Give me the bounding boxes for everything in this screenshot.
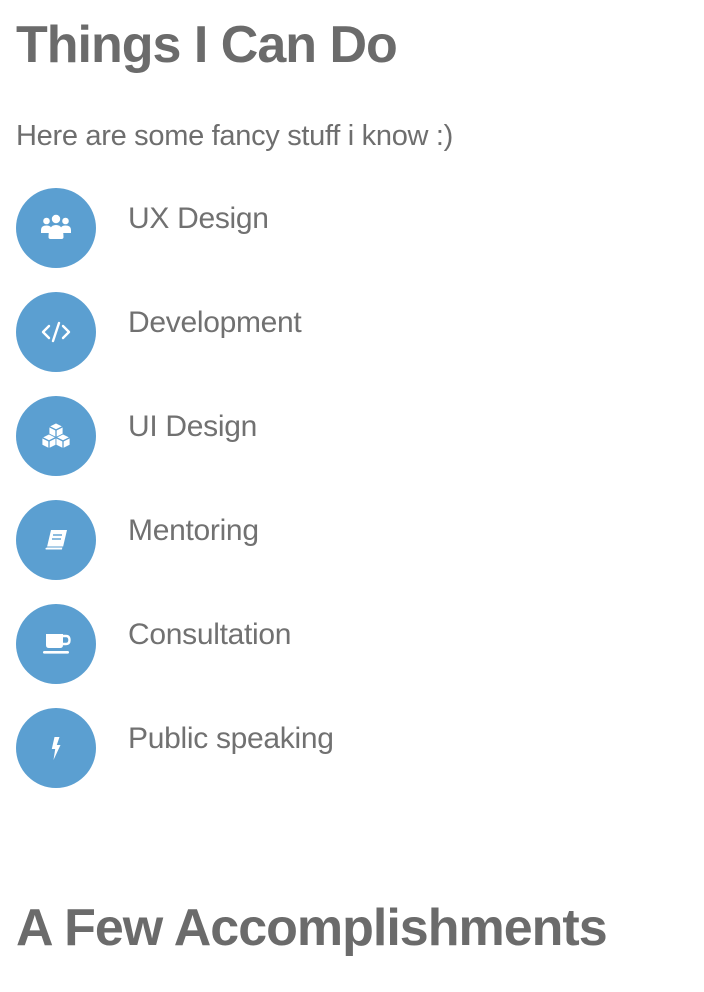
book-icon [16, 500, 96, 580]
skill-label: Mentoring [128, 514, 259, 547]
skill-label: Development [128, 306, 302, 339]
skill-item-ux-design: UX Design [16, 188, 516, 268]
coffee-icon [16, 604, 96, 684]
cubes-icon [16, 396, 96, 476]
skill-label: UX Design [128, 202, 269, 235]
skill-item-ui-design: UI Design [16, 396, 516, 476]
skills-section-title: Things I Can Do [16, 16, 398, 74]
skill-item-public-speaking: Public speaking [16, 708, 516, 788]
skill-label: Public speaking [128, 722, 334, 755]
users-icon [16, 188, 96, 268]
bolt-icon [16, 708, 96, 788]
skill-item-development: Development [16, 292, 516, 372]
accomplishments-section-title: A Few Accomplishments [16, 899, 608, 957]
skills-intro-text: Here are some fancy stuff i know :) [16, 120, 454, 152]
skill-item-mentoring: Mentoring [16, 500, 516, 580]
skills-list: UX Design Development UI Design Mentorin… [16, 188, 516, 812]
page: Things I Can Do Here are some fancy stuf… [0, 0, 704, 992]
skill-label: Consultation [128, 618, 292, 651]
skill-label: UI Design [128, 410, 258, 443]
code-icon [16, 292, 96, 372]
skill-item-consultation: Consultation [16, 604, 516, 684]
